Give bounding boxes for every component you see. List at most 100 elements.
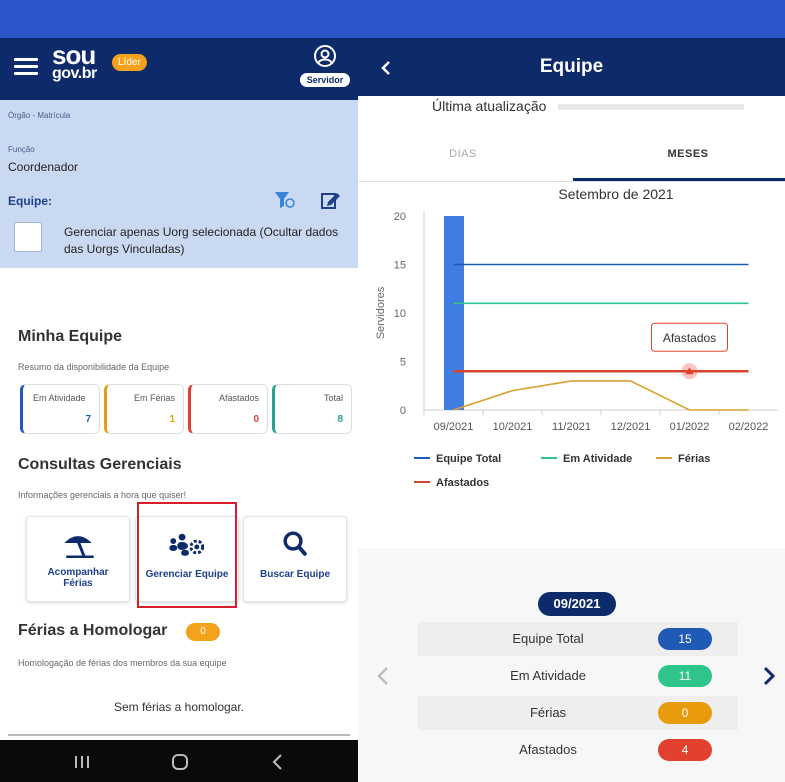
right-screen: Equipe Última atualização DIAS MESES Set… [358,0,785,782]
detail-row-value: 0 [658,702,712,724]
period-badge: 09/2021 [538,592,616,616]
scroll-divider [8,734,350,736]
uorg-checkbox[interactable] [14,222,42,252]
y-axis-label: Servidores [375,286,387,339]
funcao-label: Função [8,145,35,154]
consultas-title: Consultas Gerenciais [18,456,182,473]
ferias-subtitle: Homologação de férias dos membros da sua… [18,658,227,668]
filter-icon[interactable] [274,190,296,210]
funcao-value: Coordenador [8,160,79,174]
x-tick-label: 02/2022 [729,421,769,433]
x-tick-label: 11/2021 [552,421,591,433]
detail-row-value: 15 [658,628,712,650]
detail-row-value: 4 [658,739,712,761]
highlight-box [137,502,237,608]
beach-umbrella-icon [64,536,94,558]
detail-row-label: Afastados [519,742,577,757]
stat-card-value: 7 [85,414,91,425]
stat-card[interactable]: Afastados 0 [188,384,268,434]
search-icon [283,531,307,556]
status-bar [358,0,785,38]
stat-card-label: Afastados [218,393,259,403]
acompanhar-ferias-card[interactable]: Acompanhar Férias [26,516,130,602]
detail-row: Afastados 4 [418,733,738,767]
acompanhar-ferias-label: Acompanhar Férias [27,567,129,589]
minha-equipe-subtitle: Resumo da disponibilidade da Equipe [18,362,170,372]
y-tick-label: 5 [400,357,406,369]
detail-row: Férias 0 [418,696,738,730]
legend-label: Equipe Total [436,453,501,465]
android-nav-bar [0,740,358,782]
detail-row-label: Equipe Total [512,631,584,646]
stat-card-value: 1 [169,414,175,425]
user-circle-icon [314,45,336,67]
legend-label: Férias [678,453,710,465]
stat-card-value: 8 [337,414,343,425]
y-tick-label: 10 [394,308,406,320]
back-nav-icon[interactable] [270,752,286,772]
x-tick-label: 09/2021 [434,421,474,433]
lider-badge: Líder [112,54,147,71]
minha-equipe-title: Minha Equipe [18,328,122,345]
servidor-label: Servidor [300,73,350,87]
stat-card-label: Em Atividade [33,393,86,403]
tab-dias[interactable]: DIAS [418,148,508,160]
acompanhar-ferias-label-1: Acompanhar [47,567,109,578]
stat-card[interactable]: Em Atividade 7 [20,384,100,434]
profile-button[interactable]: Servidor [300,44,350,87]
logo-gov-text: gov.br [52,65,97,82]
home-icon[interactable] [170,752,190,772]
last-update-value-redacted [558,104,744,110]
detail-row-value: 11 [658,665,712,687]
x-tick-label: 12/2021 [611,421,651,433]
buscar-equipe-card[interactable]: Buscar Equipe [243,516,347,602]
stat-card-label: Em Férias [133,393,175,403]
equipe-label: Equipe: [8,194,52,208]
left-screen: sou gov.br Líder Servidor Órgão - Matríc… [0,0,358,782]
y-tick-label: 0 [400,405,406,417]
ferias-empty-message: Sem férias a homologar. [113,700,245,714]
legend-label: Afastados [436,477,489,489]
consultas-subtitle: Informações gerenciais a hora que quiser… [18,490,187,500]
next-period-icon[interactable] [762,666,776,686]
stat-card[interactable]: Em Férias 1 [104,384,184,434]
previous-period-icon[interactable] [376,666,390,686]
status-bar [0,0,358,38]
stat-card-value: 0 [253,414,259,425]
series-line [453,380,749,411]
app-header: sou gov.br Líder Servidor [0,38,358,100]
uorg-checkbox-label-line2: das Uorgs Vinculadas) [64,242,185,256]
ferias-title: Férias a Homologar [18,622,168,639]
uorg-checkbox-label: Gerenciar apenas Uorg selecionada (Ocult… [64,224,354,258]
ferias-count-badge: 0 [186,623,220,641]
team-chart: Setembro de 2021 0 5 10 15 20 Servidores 09/202… [375,186,778,489]
legend-label: Em Atividade [563,453,632,465]
x-tick-label: 10/2021 [493,421,533,433]
chart-title: Setembro de 2021 [558,186,673,202]
last-update-label: Última atualização [432,98,547,114]
y-tick-label: 20 [394,211,406,223]
uorg-checkbox-label-line1: Gerenciar apenas Uorg selecionada (Ocult… [64,225,339,239]
edit-icon[interactable] [320,190,342,210]
acompanhar-ferias-label-2: Férias [63,578,93,589]
app-logo: sou gov.br [52,40,97,82]
highlight-bar [444,216,464,410]
buscar-equipe-label: Buscar Equipe [259,569,331,580]
y-tick-label: 15 [394,260,406,272]
detail-row-label: Em Atividade [510,668,586,683]
tab-divider [358,181,785,182]
tab-meses[interactable]: MESES [648,148,728,160]
orgao-label: Órgão - Matrícula [8,111,71,120]
detail-row-label: Férias [529,705,567,720]
detail-row: Equipe Total 15 [418,622,738,656]
menu-icon[interactable] [14,54,38,79]
stat-card[interactable]: Total 8 [272,384,352,434]
detail-row: Em Atividade 11 [418,659,738,693]
stat-card-label: Total [323,393,343,403]
logo-sou-text: sou [52,40,96,70]
recent-apps-icon[interactable] [72,754,92,770]
tooltip-text: Afastados [663,331,716,345]
org-panel: Órgão - Matrícula Função Coordenador Equ… [0,100,358,268]
x-tick-label: 01/2022 [670,421,710,433]
page-title: Equipe [539,56,604,77]
